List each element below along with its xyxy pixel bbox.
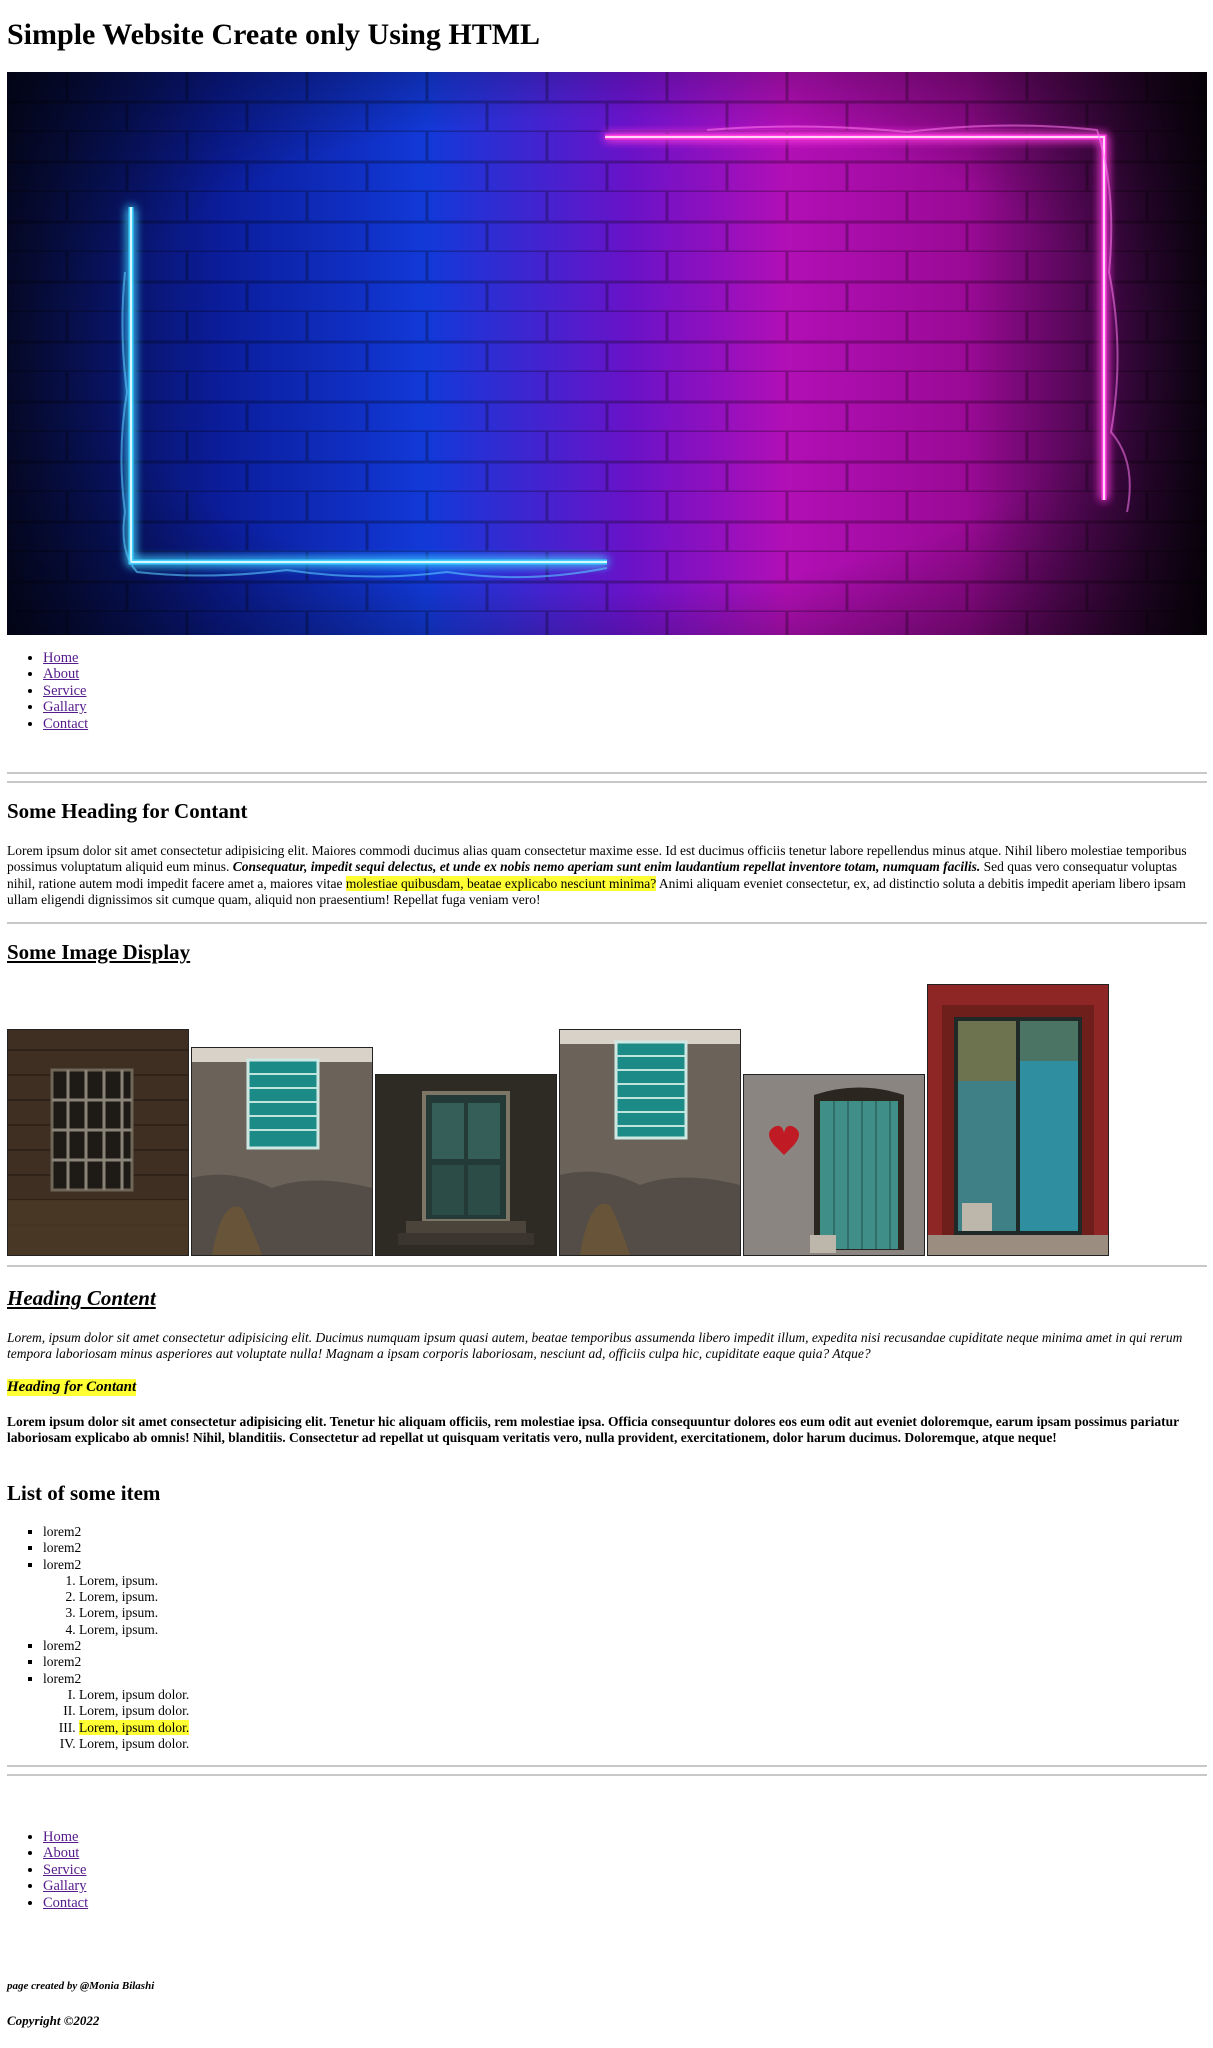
nav-link-service[interactable]: Service [43,683,86,699]
nav-item-service: Service [43,683,88,699]
roman-item: Lorem, ipsum dolor. [79,1736,189,1752]
bottom-nav: Home About Service Gallary Contact [7,1829,88,1911]
nav-item-contact: Contact [43,1895,88,1911]
divider [7,922,1207,924]
nav-item-home: Home [43,650,88,666]
item-list: lorem2 lorem2 lorem2 Lorem, ipsum. Lorem… [7,1524,190,1752]
list-heading: List of some item [7,1481,161,1505]
roman-item: Lorem, ipsum dolor. [79,1703,189,1719]
divider [7,772,1207,774]
nav-link-gallary[interactable]: Gallary [43,1878,86,1894]
top-nav: Home About Service Gallary Contact [7,650,88,732]
italic-paragraph: Lorem, ipsum dolor sit amet consectetur … [7,1330,1183,1362]
hero-banner-image [7,72,1207,635]
nav-link-about[interactable]: About [43,666,79,682]
brick-window-photo [7,1029,189,1256]
heart-door-photo [743,1074,925,1256]
nav-link-about[interactable]: About [43,1845,79,1861]
nav-item-gallary: Gallary [43,699,88,715]
divider [7,781,1207,783]
nav-link-gallary[interactable]: Gallary [43,699,86,715]
para-bold-italic: Consequatur, impedit sequi delectus, et … [232,859,981,875]
ordered-item: Lorem, ipsum. [79,1573,189,1589]
nav-link-service[interactable]: Service [43,1862,86,1878]
highlighted-heading: Heading for Contant [7,1379,137,1396]
section-heading-images: Some Image Display [7,940,191,964]
green-door-photo [375,1074,557,1256]
image-gallery [7,984,1207,1256]
section-heading-content: Some Heading for Contant [7,799,248,823]
red-frame-door-photo [927,984,1109,1256]
bold-paragraph: Lorem ipsum dolor sit amet consectetur a… [7,1414,1179,1446]
nav-item-home: Home [43,1829,88,1845]
list-item: lorem2 [43,1524,189,1540]
nav-item-gallary: Gallary [43,1878,88,1894]
ordered-item: Lorem, ipsum. [79,1605,189,1621]
section-heading-heading-content: Heading Content [7,1286,156,1310]
nav-link-home[interactable]: Home [43,650,78,666]
teal-window-photo [559,1029,741,1256]
para-highlight: molestiae quibusdam, beatae explicabo ne… [345,875,657,891]
roman-item: Lorem, ipsum dolor. [79,1687,189,1703]
page-title: Simple Website Create only Using HTML [7,18,541,51]
ordered-item: Lorem, ipsum. [79,1589,189,1605]
ordered-item: Lorem, ipsum. [79,1622,189,1638]
nav-link-contact[interactable]: Contact [43,716,88,732]
nav-item-service: Service [43,1862,88,1878]
divider [7,1265,1207,1267]
footer-credit: page created by @Monia Bilashi [7,1980,155,1992]
neon-frame-graphic [7,72,1207,635]
list-item: lorem2 [43,1638,189,1654]
list-item: lorem2 Lorem, ipsum dolor. Lorem, ipsum … [43,1670,190,1752]
list-item: lorem2 [43,1654,189,1670]
nav-item-about: About [43,1845,88,1861]
list-item: lorem2 [43,1540,189,1556]
list-item-label: lorem2 [43,1556,82,1572]
divider [7,1774,1207,1776]
list-item: lorem2 Lorem, ipsum. Lorem, ipsum. Lorem… [43,1557,189,1638]
nav-link-home[interactable]: Home [43,1829,78,1845]
nav-item-about: About [43,666,88,682]
ordered-sublist: Lorem, ipsum. Lorem, ipsum. Lorem, ipsum… [43,1573,189,1638]
nav-link-contact[interactable]: Contact [43,1895,88,1911]
list-item-label: lorem2 [43,1670,82,1686]
footer-copyright: Copyright ©2022 [7,2013,100,2028]
divider [7,1765,1207,1767]
teal-window-photo [191,1047,373,1256]
content-paragraph: Lorem ipsum dolor sit amet consectetur a… [7,843,1207,909]
roman-item-highlight: Lorem, ipsum dolor. [79,1719,190,1735]
roman-item: Lorem, ipsum dolor. [79,1719,190,1736]
nav-item-contact: Contact [43,716,88,732]
roman-sublist: Lorem, ipsum dolor. Lorem, ipsum dolor. … [43,1687,190,1752]
